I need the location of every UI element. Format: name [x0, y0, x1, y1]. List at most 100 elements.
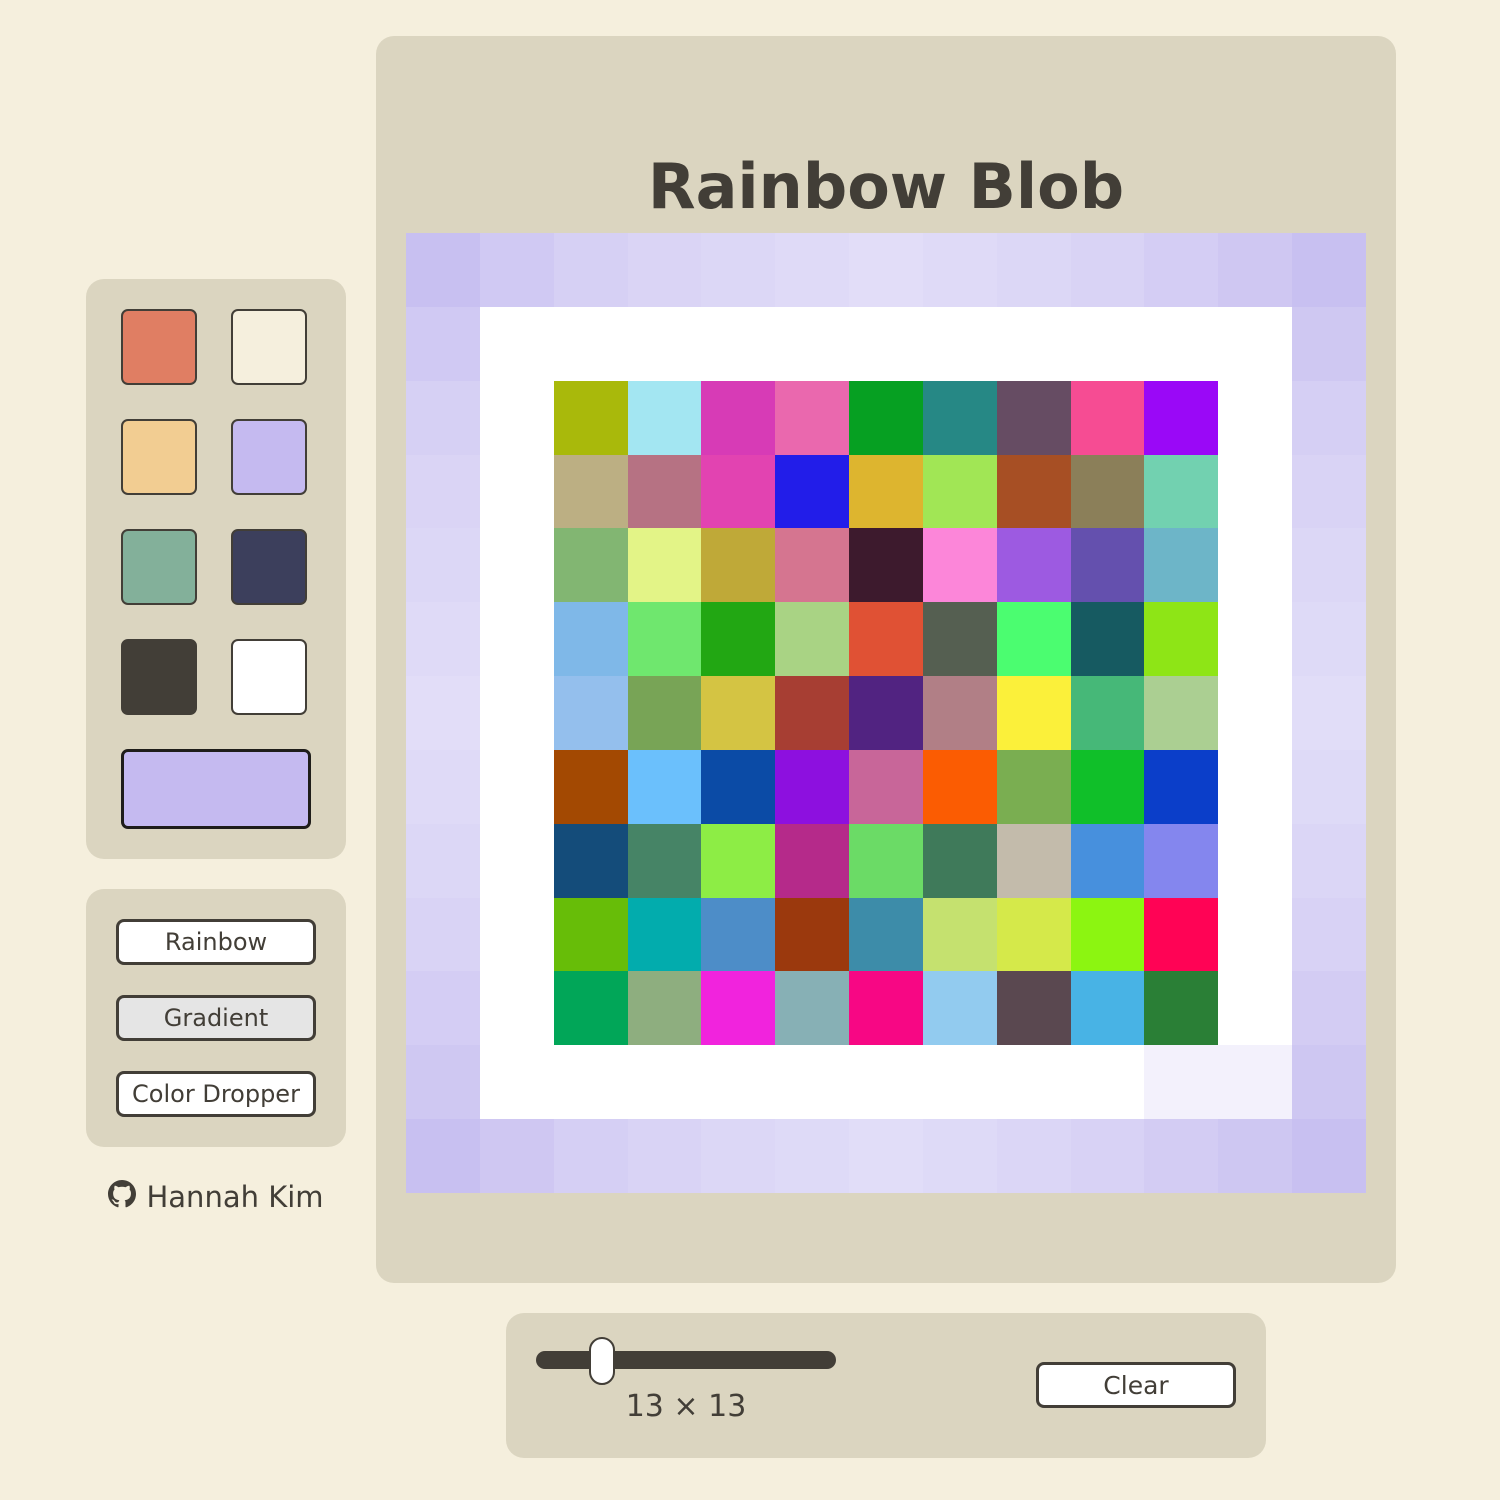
grid-cell[interactable] [922, 676, 997, 750]
grid-cell[interactable] [1292, 380, 1366, 455]
grid-cell[interactable] [553, 306, 628, 381]
grid-cell[interactable] [406, 454, 480, 529]
grid-cell[interactable] [1070, 306, 1145, 381]
grid-cell[interactable] [406, 602, 480, 677]
grid-cell[interactable] [1218, 823, 1293, 898]
grid-cell[interactable] [1144, 233, 1219, 307]
grid-cell[interactable] [849, 233, 923, 307]
grid-cell[interactable] [701, 971, 776, 1046]
grid-cell[interactable] [553, 528, 628, 603]
grid-cell[interactable] [1218, 233, 1293, 307]
grid-cell[interactable] [996, 454, 1071, 529]
grid-cell[interactable] [627, 676, 702, 750]
grid-cell[interactable] [1218, 676, 1293, 750]
grid-cell[interactable] [627, 306, 702, 381]
grid-cell[interactable] [775, 602, 850, 677]
grid-cell[interactable] [996, 823, 1071, 898]
grid-cell[interactable] [627, 528, 702, 603]
grid-cell[interactable] [406, 749, 480, 824]
grid-cell[interactable] [1218, 897, 1293, 972]
grid-size-slider[interactable] [536, 1351, 836, 1369]
grid-cell[interactable] [479, 306, 554, 381]
grid-cell[interactable] [479, 1045, 554, 1120]
color-dropper-button[interactable]: Color Dropper [116, 1071, 316, 1117]
grid-cell[interactable] [701, 380, 776, 455]
grid-cell[interactable] [775, 454, 850, 529]
grid-cell[interactable] [849, 897, 923, 972]
grid-cell[interactable] [922, 380, 997, 455]
grid-cell[interactable] [553, 380, 628, 455]
grid-cell[interactable] [479, 971, 554, 1046]
grid-cell[interactable] [996, 971, 1071, 1046]
grid-cell[interactable] [1218, 306, 1293, 381]
grid-cell[interactable] [627, 897, 702, 972]
grid-cell[interactable] [1070, 233, 1145, 307]
swatch-coral[interactable] [121, 309, 197, 385]
grid-cell[interactable] [406, 1045, 480, 1120]
clear-button[interactable]: Clear [1036, 1362, 1236, 1408]
grid-cell[interactable] [1292, 602, 1366, 677]
grid-cell[interactable] [775, 971, 850, 1046]
grid-cell[interactable] [1218, 528, 1293, 603]
grid-cell[interactable] [775, 676, 850, 750]
grid-cell[interactable] [1218, 454, 1293, 529]
swatch-navy[interactable] [231, 529, 307, 605]
swatch-white[interactable] [231, 639, 307, 715]
grid-cell[interactable] [1292, 823, 1366, 898]
grid-cell[interactable] [553, 1045, 628, 1120]
grid-cell[interactable] [627, 233, 702, 307]
grid-cell[interactable] [775, 1119, 850, 1193]
grid-cell[interactable] [701, 749, 776, 824]
grid-cell[interactable] [701, 897, 776, 972]
grid-cell[interactable] [627, 1119, 702, 1193]
grid-cell[interactable] [1144, 676, 1219, 750]
slider-thumb[interactable] [589, 1337, 616, 1385]
grid-cell[interactable] [1144, 454, 1219, 529]
grid-cell[interactable] [627, 602, 702, 677]
grid-cell[interactable] [996, 528, 1071, 603]
grid-cell[interactable] [1144, 971, 1219, 1046]
grid-cell[interactable] [701, 1045, 776, 1120]
grid-cell[interactable] [922, 602, 997, 677]
grid-cell[interactable] [1070, 823, 1145, 898]
grid-cell[interactable] [775, 1045, 850, 1120]
grid-cell[interactable] [479, 897, 554, 972]
grid-cell[interactable] [1292, 749, 1366, 824]
grid-cell[interactable] [1070, 380, 1145, 455]
grid-cell[interactable] [1144, 749, 1219, 824]
grid-cell[interactable] [1292, 233, 1366, 307]
grid-cell[interactable] [775, 897, 850, 972]
grid-cell[interactable] [1144, 823, 1219, 898]
grid-cell[interactable] [996, 602, 1071, 677]
grid-cell[interactable] [479, 528, 554, 603]
grid-cell[interactable] [996, 306, 1071, 381]
grid-cell[interactable] [627, 971, 702, 1046]
grid-cell[interactable] [996, 1045, 1071, 1120]
grid-cell[interactable] [406, 897, 480, 972]
grid-cell[interactable] [922, 306, 997, 381]
grid-cell[interactable] [922, 897, 997, 972]
grid-cell[interactable] [553, 454, 628, 529]
grid-cell[interactable] [406, 528, 480, 603]
grid-cell[interactable] [1144, 897, 1219, 972]
grid-cell[interactable] [996, 676, 1071, 750]
grid-cell[interactable] [627, 823, 702, 898]
swatch-sage[interactable] [121, 529, 197, 605]
grid-cell[interactable] [1218, 971, 1293, 1046]
grid-cell[interactable] [627, 380, 702, 455]
grid-cell[interactable] [996, 1119, 1071, 1193]
grid-cell[interactable] [1070, 971, 1145, 1046]
grid-cell[interactable] [849, 1119, 923, 1193]
grid-cell[interactable] [1218, 602, 1293, 677]
grid-cell[interactable] [775, 749, 850, 824]
grid-cell[interactable] [701, 602, 776, 677]
grid-cell[interactable] [1144, 528, 1219, 603]
grid-cell[interactable] [849, 1045, 923, 1120]
grid-cell[interactable] [1144, 602, 1219, 677]
grid-cell[interactable] [775, 380, 850, 455]
swatch-charcoal[interactable] [121, 639, 197, 715]
grid-cell[interactable] [1144, 1045, 1219, 1120]
grid-cell[interactable] [1070, 676, 1145, 750]
grid-cell[interactable] [996, 897, 1071, 972]
grid-cell[interactable] [775, 233, 850, 307]
